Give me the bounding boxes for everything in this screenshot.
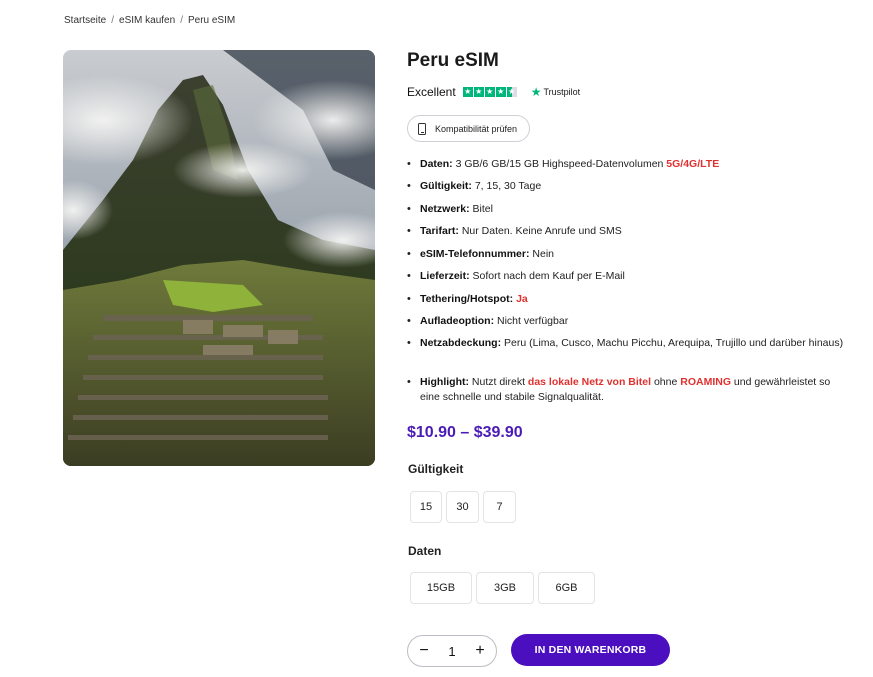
feature-telefonnummer: eSIM-Telefonnummer: Nein bbox=[407, 247, 845, 262]
feature-label: Daten: bbox=[420, 158, 453, 170]
trustpilot-star-icon: ★ bbox=[530, 85, 542, 99]
feature-label: Netzwerk: bbox=[420, 203, 470, 215]
feature-value: Nur Daten. Keine Anrufe und SMS bbox=[458, 225, 622, 237]
feature-daten: Daten: 3 GB/6 GB/15 GB Highspeed-Datenvo… bbox=[407, 157, 845, 172]
feature-highlight: Highlight: Nutzt direkt das lokale Netz … bbox=[407, 375, 845, 405]
feature-highlight: 5G/4G/LTE bbox=[666, 158, 720, 170]
validity-option-15[interactable]: 15 bbox=[410, 491, 442, 523]
compatibility-check-label: Kompatibilität prüfen bbox=[435, 123, 518, 134]
breadcrumb-current: Peru eSIM bbox=[187, 15, 236, 26]
feature-value: ohne bbox=[651, 376, 681, 388]
validity-option-label: Gültigkeit bbox=[408, 462, 464, 476]
star-icon: ★ bbox=[462, 87, 473, 97]
breadcrumb: Startseite / eSIM kaufen / Peru eSIM bbox=[64, 15, 235, 26]
feature-label: Tarifart: bbox=[420, 225, 459, 237]
decrement-button[interactable]: − bbox=[417, 642, 431, 660]
feature-gueltigkeit: Gültigkeit: 7, 15, 30 Tage bbox=[407, 179, 845, 194]
feature-tethering: Tethering/Hotspot: Ja bbox=[407, 292, 845, 307]
feature-lieferzeit: Lieferzeit: Sofort nach dem Kauf per E-M… bbox=[407, 269, 845, 284]
quantity-value[interactable]: 1 bbox=[448, 644, 455, 659]
feature-value: 3 GB/6 GB/15 GB Highspeed-Datenvolumen bbox=[452, 158, 667, 170]
breadcrumb-shop-link[interactable]: eSIM kaufen bbox=[119, 15, 175, 26]
breadcrumb-separator: / bbox=[111, 15, 115, 26]
feature-value: Nicht verfügbar bbox=[494, 315, 569, 327]
feature-label: eSIM-Telefonnummer: bbox=[420, 248, 530, 260]
rating-label: Excellent bbox=[407, 85, 456, 99]
feature-label: Netzabdeckung: bbox=[420, 337, 502, 349]
validity-option-30[interactable]: 30 bbox=[446, 491, 479, 523]
data-option-label: Daten bbox=[408, 544, 442, 558]
feature-value: Bitel bbox=[469, 203, 493, 215]
feature-label: Tethering/Hotspot: bbox=[420, 293, 514, 305]
star-icon: ★ bbox=[484, 87, 495, 97]
feature-label: Gültigkeit: bbox=[420, 180, 472, 192]
star-half-icon: ★ bbox=[506, 87, 517, 97]
feature-value: Peru (Lima, Cusco, Machu Picchu, Arequip… bbox=[501, 337, 844, 349]
feature-highlight: Ja bbox=[516, 293, 528, 305]
product-title: Peru eSIM bbox=[407, 50, 499, 71]
trustpilot-name: Trustpilot bbox=[543, 87, 581, 97]
trustpilot-logo: ★ Trustpilot bbox=[531, 85, 580, 99]
phone-icon bbox=[418, 122, 426, 135]
quantity-stepper: − 1 + bbox=[407, 635, 497, 667]
feature-value: 7, 15, 30 Tage bbox=[471, 180, 542, 192]
feature-value: Nein bbox=[529, 248, 554, 260]
data-option-6gb[interactable]: 6GB bbox=[538, 572, 595, 604]
feature-label: Highlight: bbox=[420, 376, 469, 388]
feature-value: Nutzt direkt bbox=[468, 376, 528, 388]
compatibility-check-button[interactable]: Kompatibilität prüfen bbox=[407, 115, 531, 142]
add-to-cart-button[interactable]: IN DEN WARENKORB bbox=[511, 634, 670, 666]
feature-highlight: ROAMING bbox=[680, 376, 731, 388]
feature-netzabdeckung: Netzabdeckung: Peru (Lima, Cusco, Machu … bbox=[407, 336, 845, 351]
breadcrumb-home-link[interactable]: Startseite bbox=[64, 15, 106, 26]
price-range: $10.90 – $39.90 bbox=[407, 424, 523, 441]
data-option-15gb[interactable]: 15GB bbox=[410, 572, 472, 604]
increment-button[interactable]: + bbox=[473, 642, 487, 660]
breadcrumb-separator: / bbox=[180, 15, 183, 26]
data-option-3gb[interactable]: 3GB bbox=[476, 572, 534, 604]
star-icon: ★ bbox=[473, 87, 484, 97]
validity-option-7[interactable]: 7 bbox=[483, 491, 516, 523]
feature-label: Lieferzeit: bbox=[420, 270, 470, 282]
product-image bbox=[63, 50, 375, 466]
feature-highlight: das lokale Netz von Bitel bbox=[527, 376, 652, 388]
feature-netzwerk: Netzwerk: Bitel bbox=[407, 202, 845, 217]
feature-aufladeoption: Aufladeoption: Nicht verfügbar bbox=[407, 314, 845, 329]
feature-value: Sofort nach dem Kauf per E-Mail bbox=[469, 270, 625, 282]
trustpilot-stars: ★ ★ ★ ★ ★ bbox=[462, 87, 517, 97]
rating-widget[interactable]: Excellent ★ ★ ★ ★ ★ ★ Trustpilot bbox=[407, 85, 580, 99]
feature-tarifart: Tarifart: Nur Daten. Keine Anrufe und SM… bbox=[407, 224, 845, 239]
star-icon: ★ bbox=[495, 87, 506, 97]
feature-label: Aufladeoption: bbox=[420, 315, 495, 327]
